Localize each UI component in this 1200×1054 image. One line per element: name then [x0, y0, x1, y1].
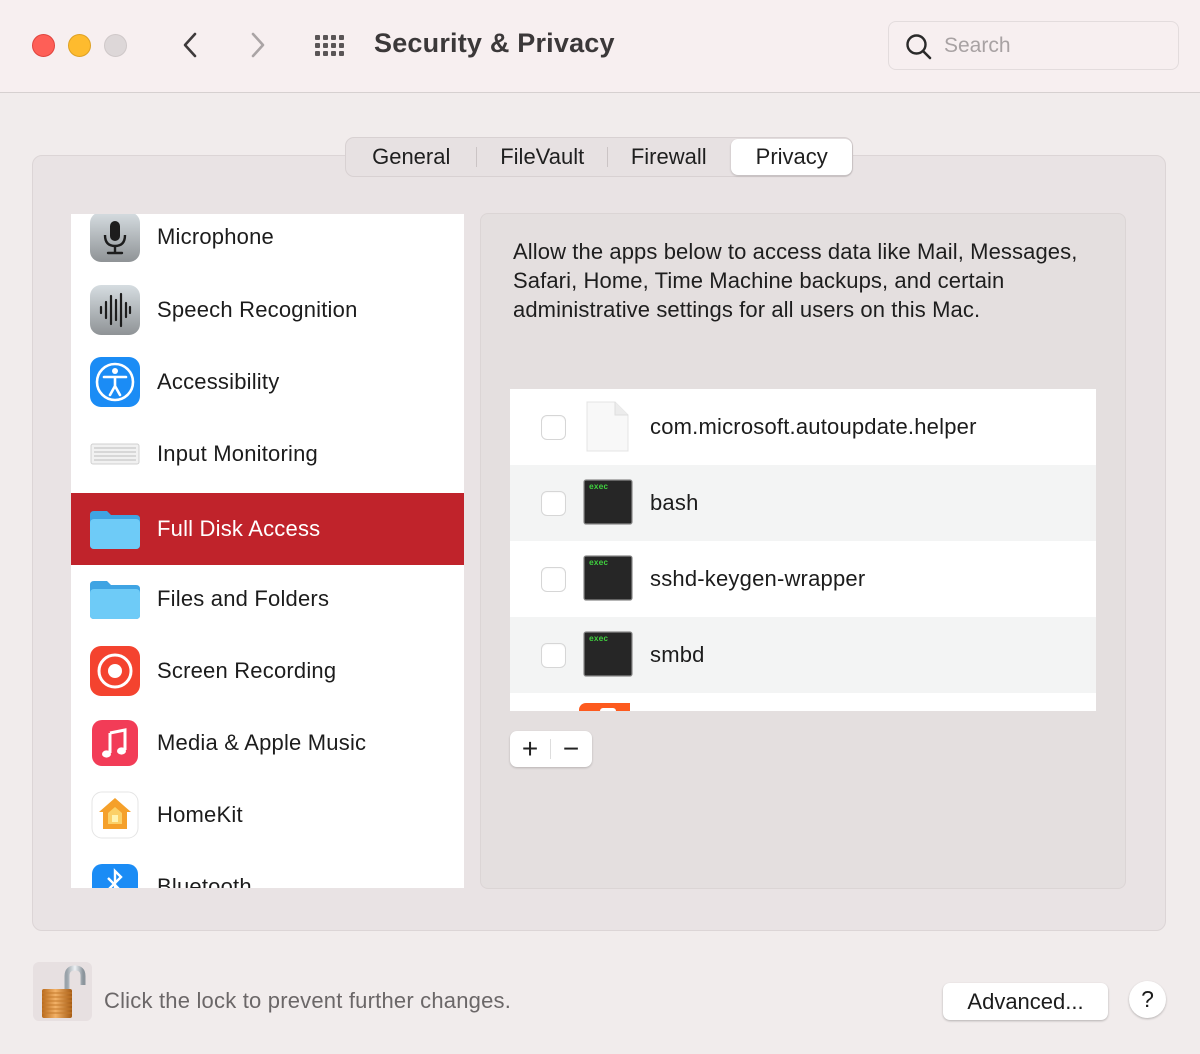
app-checkbox[interactable]: [541, 642, 566, 668]
exec-icon: exec: [583, 555, 633, 601]
sidebar-item-accessibility[interactable]: Accessibility: [71, 346, 464, 418]
music-icon: [92, 720, 138, 766]
bluetooth-icon: [92, 864, 138, 888]
chevron-left-icon: [183, 32, 197, 58]
sidebar-item-speech-recognition[interactable]: Speech Recognition: [71, 274, 464, 346]
sidebar-item-media-apple-music[interactable]: Media & Apple Music: [71, 707, 464, 779]
grid-dot: [323, 51, 328, 56]
sidebar-item-label: HomeKit: [157, 802, 243, 827]
tab-firewall[interactable]: Firewall: [608, 139, 730, 175]
title-bar: Security & Privacy: [0, 0, 1200, 93]
accessibility-icon: [90, 357, 140, 407]
sidebar-item-bluetooth[interactable]: Bluetooth: [71, 851, 464, 888]
lock-button[interactable]: [33, 962, 92, 1021]
app-row[interactable]: exec sshd-keygen-wrapper: [510, 541, 1096, 617]
sidebar-item-homekit[interactable]: HomeKit: [71, 779, 464, 851]
folder-icon: [90, 511, 140, 549]
forward-button[interactable]: [242, 28, 272, 62]
exec-icon: exec: [583, 479, 633, 525]
app-name: smbd: [650, 642, 705, 667]
grid-dot: [323, 43, 328, 48]
tab-general[interactable]: General: [346, 139, 476, 175]
app-row-partial[interactable]: [510, 693, 1096, 711]
svg-text:exec: exec: [589, 483, 608, 492]
privacy-category-list[interactable]: Microphone Speech Recognition Accessibil…: [71, 214, 464, 888]
sidebar-item-files-and-folders[interactable]: Files and Folders: [71, 563, 464, 635]
advanced-button[interactable]: Advanced...: [943, 983, 1108, 1020]
svg-text:exec: exec: [589, 559, 608, 568]
app-checkbox[interactable]: [541, 414, 566, 440]
waveform-icon: [90, 285, 140, 335]
tab-privacy[interactable]: Privacy: [731, 139, 852, 175]
show-all-button[interactable]: [312, 31, 348, 59]
app-name: sshd-keygen-wrapper: [650, 566, 866, 591]
add-remove-control: + −: [510, 731, 592, 767]
grid-dot: [331, 43, 336, 48]
unlocked-padlock-icon: [42, 965, 86, 1018]
close-button[interactable]: [32, 34, 55, 57]
grid-dot: [339, 43, 344, 48]
app-name: com.microsoft.autoupdate.helper: [650, 414, 977, 439]
exec-icon: exec: [583, 631, 633, 677]
app-row[interactable]: exec smbd: [510, 617, 1096, 693]
folder-icon: [90, 581, 140, 619]
sidebar-item-microphone[interactable]: Microphone: [71, 214, 464, 273]
grid-dot: [323, 35, 328, 40]
grid-dot: [315, 43, 320, 48]
microphone-icon: [90, 214, 140, 262]
zoom-button[interactable]: [104, 34, 127, 57]
sidebar-item-label: Accessibility: [157, 369, 280, 394]
screen-recording-icon: [90, 646, 140, 696]
grid-dot: [315, 35, 320, 40]
grid-dot: [331, 51, 336, 56]
grid-dot: [331, 35, 336, 40]
sidebar-item-label: Screen Recording: [157, 658, 337, 683]
sidebar-item-label: Files and Folders: [157, 586, 330, 611]
app-row[interactable]: com.microsoft.autoupdate.helper: [510, 389, 1096, 465]
app-list[interactable]: com.microsoft.autoupdate.helper exec bas…: [510, 389, 1096, 711]
search-field[interactable]: [888, 21, 1179, 70]
chevron-right-icon: [251, 32, 265, 58]
tab-bar: General FileVault Firewall Privacy: [345, 137, 853, 177]
tab-filevault[interactable]: FileVault: [477, 139, 606, 175]
sidebar-item-label: Input Monitoring: [157, 441, 318, 466]
sidebar-item-label: Speech Recognition: [157, 297, 358, 322]
minimize-button[interactable]: [68, 34, 91, 57]
app-name: bash: [650, 490, 699, 515]
sidebar-item-label: Media & Apple Music: [157, 730, 367, 755]
help-button[interactable]: ?: [1129, 981, 1166, 1018]
sidebar-item-label: Bluetooth: [157, 874, 252, 888]
keyboard-icon: [90, 443, 140, 465]
app-checkbox[interactable]: [541, 490, 566, 516]
home-icon: [91, 791, 139, 839]
lock-status-text: Click the lock to prevent further change…: [104, 988, 512, 1013]
sidebar-item-label: Full Disk Access: [157, 516, 321, 541]
sidebar-item-input-monitoring[interactable]: Input Monitoring: [71, 418, 464, 490]
app-checkbox[interactable]: [541, 566, 566, 592]
description-text: Allow the apps below to access data like…: [513, 239, 1078, 322]
grid-dot: [339, 51, 344, 56]
window-title: Security & Privacy: [374, 28, 615, 58]
svg-text:exec: exec: [589, 635, 608, 644]
search-input[interactable]: [944, 31, 1164, 61]
sidebar-item-label: Microphone: [157, 224, 274, 249]
app-row[interactable]: exec bash: [510, 465, 1096, 541]
add-app-button[interactable]: +: [510, 731, 550, 767]
document-icon: [586, 401, 629, 452]
sidebar-item-full-disk-access[interactable]: Full Disk Access: [71, 493, 464, 565]
sidebar-item-screen-recording[interactable]: Screen Recording: [71, 635, 464, 707]
remove-app-button[interactable]: −: [551, 731, 591, 767]
grid-dot: [315, 51, 320, 56]
back-button[interactable]: [176, 28, 206, 62]
app-icon-partial: [579, 703, 630, 711]
search-icon: [906, 34, 932, 60]
grid-dot: [339, 35, 344, 40]
